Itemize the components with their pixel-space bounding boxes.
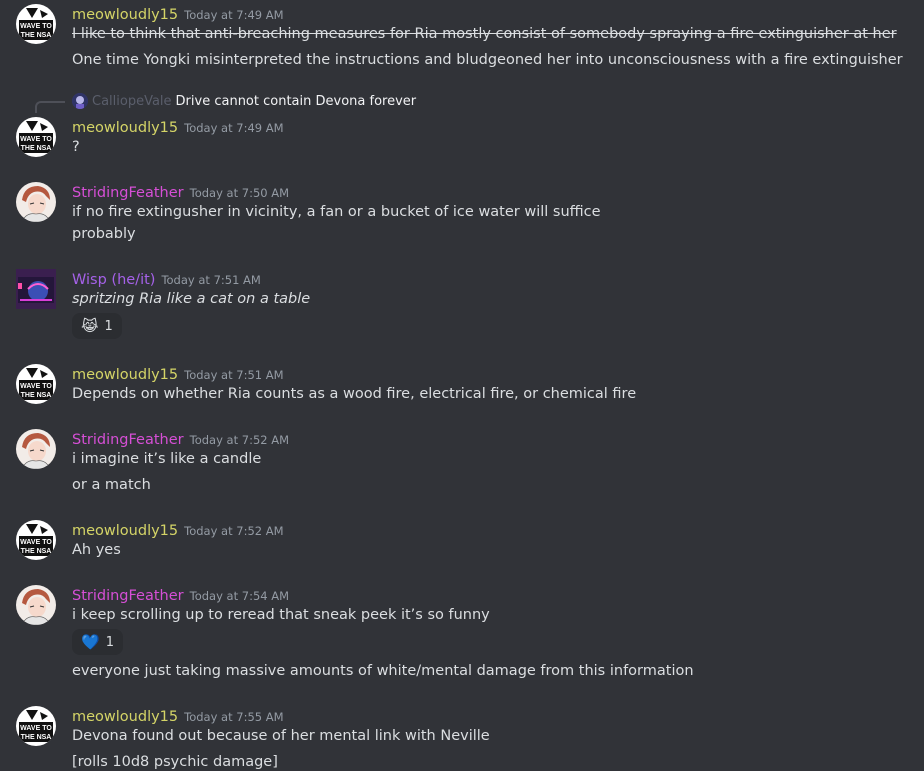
message-header: StridingFeather Today at 7:54 AM xyxy=(72,585,289,604)
avatar-text-line2: THE NSA xyxy=(21,734,52,741)
avatar-nsa[interactable]: WAVE TO THE NSA xyxy=(16,520,56,560)
reply-username[interactable]: CalliopeVale xyxy=(92,94,172,109)
username[interactable]: meowloudly15 xyxy=(72,120,178,136)
chat-message-list: WAVE TO THE NSA meowloudly15 Today at 7:4… xyxy=(0,0,924,771)
message-header: meowloudly15 Today at 7:51 AM xyxy=(72,364,284,383)
message-text: ? xyxy=(72,139,80,155)
reaction-chip[interactable]: 💙 1 xyxy=(72,629,123,655)
cat-tears-of-joy-icon: 😹 xyxy=(81,316,99,335)
message-text: if no fire extingusher in vicinity, a fa… xyxy=(72,204,601,220)
avatar-stridingfeather[interactable] xyxy=(16,429,56,469)
reply-preview[interactable]: CalliopeVale Drive cannot contain Devona… xyxy=(72,93,416,109)
message-text: One time Yongki misinterpreted the instr… xyxy=(72,52,903,68)
message-header: meowloudly15 Today at 7:55 AM xyxy=(72,706,284,725)
username[interactable]: StridingFeather xyxy=(72,185,184,201)
avatar-text-line1: WAVE TO xyxy=(20,23,52,30)
timestamp[interactable]: Today at 7:51 AM xyxy=(184,368,283,382)
message-text: or a match xyxy=(72,477,151,493)
username[interactable]: meowloudly15 xyxy=(72,709,178,725)
avatar-stridingfeather[interactable] xyxy=(16,585,56,625)
avatar-nsa[interactable]: WAVE TO THE NSA xyxy=(16,4,56,44)
message-header: meowloudly15 Today at 7:52 AM xyxy=(72,520,284,539)
avatar-text-line1: WAVE TO xyxy=(20,725,52,732)
avatar-nsa[interactable]: WAVE TO THE NSA xyxy=(16,706,56,746)
timestamp[interactable]: Today at 7:54 AM xyxy=(190,589,289,603)
avatar-text-line2: THE NSA xyxy=(21,32,52,39)
timestamp[interactable]: Today at 7:52 AM xyxy=(190,433,289,447)
message-header: StridingFeather Today at 7:52 AM xyxy=(72,429,289,448)
username[interactable]: meowloudly15 xyxy=(72,523,178,539)
message-text: probably xyxy=(72,226,136,242)
avatar-nsa[interactable]: WAVE TO THE NSA xyxy=(16,364,56,404)
message-text: Ah yes xyxy=(72,542,121,558)
reaction-chip[interactable]: 😹 1 xyxy=(72,313,122,339)
message-text: Devona found out because of her mental l… xyxy=(72,728,490,744)
avatar-wisp[interactable] xyxy=(16,269,56,309)
timestamp[interactable]: Today at 7:51 AM xyxy=(161,273,260,287)
username[interactable]: StridingFeather xyxy=(72,588,184,604)
message-text: i imagine it’s like a candle xyxy=(72,451,262,467)
avatar-text-line1: WAVE TO xyxy=(20,383,52,390)
message-text: [rolls 10d8 psychic damage] xyxy=(72,754,278,770)
username[interactable]: meowloudly15 xyxy=(72,367,178,383)
username[interactable]: meowloudly15 xyxy=(72,7,178,23)
blue-heart-icon: 💙 xyxy=(81,632,100,651)
message-header: StridingFeather Today at 7:50 AM xyxy=(72,182,289,201)
timestamp[interactable]: Today at 7:49 AM xyxy=(184,8,283,22)
avatar-text-line1: WAVE TO xyxy=(20,539,52,546)
message-text: everyone just taking massive amounts of … xyxy=(72,663,694,679)
reply-connector xyxy=(35,101,65,113)
reaction-count: 1 xyxy=(104,318,113,334)
avatar-nsa[interactable]: WAVE TO THE NSA xyxy=(16,117,56,157)
message-text: Depends on whether Ria counts as a wood … xyxy=(72,386,637,402)
message-text: spritzing Ria like a cat on a table xyxy=(72,291,311,307)
avatar-text-line2: THE NSA xyxy=(21,145,52,152)
avatar-stridingfeather[interactable] xyxy=(16,182,56,222)
username[interactable]: Wisp (he/it) xyxy=(72,272,155,288)
reply-text[interactable]: Drive cannot contain Devona forever xyxy=(176,94,417,109)
timestamp[interactable]: Today at 7:55 AM xyxy=(184,710,283,724)
avatar-text-line1: WAVE TO xyxy=(20,136,52,143)
reaction-count: 1 xyxy=(105,634,114,650)
timestamp[interactable]: Today at 7:50 AM xyxy=(190,186,289,200)
timestamp[interactable]: Today at 7:52 AM xyxy=(184,524,283,538)
avatar-text-line2: THE NSA xyxy=(21,392,52,399)
reply-avatar xyxy=(72,93,88,109)
message-header: Wisp (he/it) Today at 7:51 AM xyxy=(72,269,261,288)
message-header: meowloudly15 Today at 7:49 AM xyxy=(72,4,284,23)
message-text: I like to think that anti-breaching meas… xyxy=(72,26,897,42)
message-header: meowloudly15 Today at 7:49 AM xyxy=(72,117,284,136)
avatar-text-line2: THE NSA xyxy=(21,548,52,555)
timestamp[interactable]: Today at 7:49 AM xyxy=(184,121,283,135)
username[interactable]: StridingFeather xyxy=(72,432,184,448)
message-text: i keep scrolling up to reread that sneak… xyxy=(72,607,490,623)
